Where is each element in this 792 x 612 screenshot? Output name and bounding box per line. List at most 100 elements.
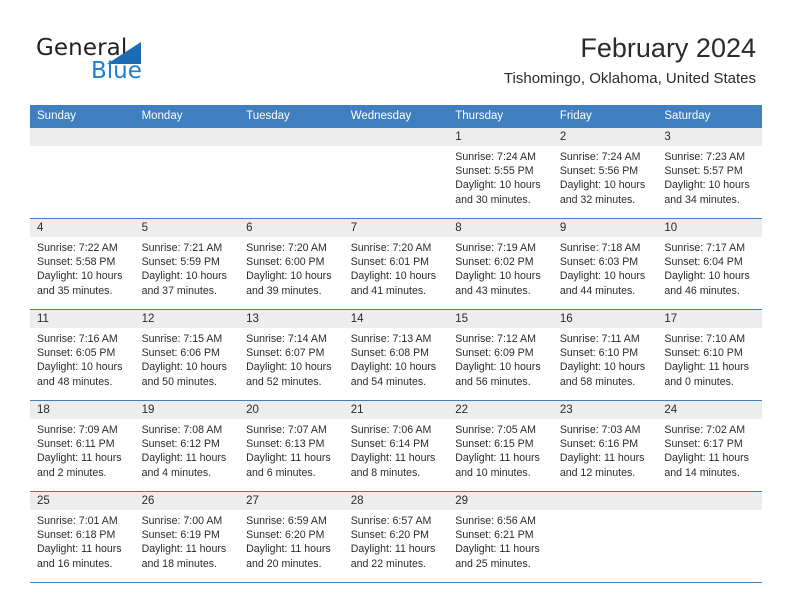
daylight-text-line2: and 44 minutes. (559, 284, 636, 297)
sunset-text: Sunset: 6:02 PM (455, 256, 534, 269)
calendar-day-cell[interactable]: 10 Sunrise: 7:17 AM Sunset: 6:04 PM Dayligh… (657, 218, 762, 310)
daylight-text-line1: Daylight: 11 hours (455, 452, 540, 465)
day-box: 27 Sunrise: 6:59 AM Sunset: 6:20 PM Dayligh… (239, 492, 344, 581)
daylight-text-line1: Daylight: 11 hours (141, 543, 227, 556)
day-number: 1 (455, 131, 462, 143)
calendar-week-row: 25 Sunrise: 7:01 AM Sunset: 6:18 PM Dayligh… (30, 491, 762, 583)
day-details: Sunrise: 7:20 AM Sunset: 6:01 PM Daylight:… (344, 237, 449, 298)
calendar-day-cell[interactable]: 13 Sunrise: 7:14 AM Sunset: 6:07 PM Dayligh… (239, 309, 344, 401)
day-box: 15 Sunrise: 7:12 AM Sunset: 6:09 PM Dayligh… (448, 310, 553, 399)
day-number-band: 15 (448, 310, 553, 328)
daylight-text-line1: Daylight: 10 hours (141, 270, 227, 283)
sunrise-text: Sunrise: 7:11 AM (559, 333, 640, 345)
calendar-day-cell[interactable]: 6 Sunrise: 7:20 AM Sunset: 6:00 PM Daylight… (239, 218, 344, 310)
calendar-week-row: 11 Sunrise: 7:16 AM Sunset: 6:05 PM Dayligh… (30, 309, 762, 401)
daylight-text-line1: Daylight: 11 hours (455, 543, 540, 556)
day-number: 15 (455, 313, 469, 325)
sunset-text: Sunset: 5:58 PM (37, 256, 116, 269)
daylight-text-line1: Daylight: 10 hours (559, 270, 646, 283)
calendar-day-cell[interactable]: 16 Sunrise: 7:11 AM Sunset: 6:10 PM Dayligh… (552, 309, 658, 401)
day-number-band: 13 (239, 310, 344, 328)
day-number-band: 8 (448, 219, 553, 237)
daylight-text-line2: and 41 minutes. (350, 284, 427, 297)
day-number-band: 19 (134, 401, 240, 419)
sunrise-text: Sunrise: 7:14 AM (246, 333, 327, 345)
day-box: 12 Sunrise: 7:15 AM Sunset: 6:06 PM Dayligh… (134, 310, 240, 399)
sunrise-text: Sunrise: 6:57 AM (350, 515, 432, 527)
weekday-header-sunday: Sunday (30, 105, 135, 128)
daylight-text-line2: and 37 minutes. (141, 284, 217, 297)
daylight-text-line2: and 10 minutes. (455, 466, 531, 479)
daylight-text-line2: and 0 minutes. (664, 375, 734, 388)
calendar-day-cell[interactable]: 14 Sunrise: 7:13 AM Sunset: 6:08 PM Dayligh… (343, 309, 449, 401)
calendar-day-cell[interactable]: 22 Sunrise: 7:05 AM Sunset: 6:15 PM Dayligh… (448, 400, 553, 492)
day-box: 11 Sunrise: 7:16 AM Sunset: 6:05 PM Dayligh… (30, 310, 135, 399)
calendar-day-cell[interactable]: 7 Sunrise: 7:20 AM Sunset: 6:01 PM Daylight… (343, 218, 449, 310)
day-details: Sunrise: 7:17 AM Sunset: 6:04 PM Daylight:… (657, 237, 762, 298)
daylight-text-line2: and 50 minutes. (141, 375, 217, 388)
sunrise-text: Sunrise: 7:15 AM (141, 333, 223, 345)
calendar-day-cell[interactable]: 8 Sunrise: 7:19 AM Sunset: 6:02 PM Daylight… (448, 218, 553, 310)
daylight-text-line1: Daylight: 10 hours (664, 270, 750, 283)
calendar-day-cell[interactable]: 9 Sunrise: 7:18 AM Sunset: 6:03 PM Daylight… (552, 218, 658, 310)
calendar-day-cell[interactable]: 20 Sunrise: 7:07 AM Sunset: 6:13 PM Dayligh… (239, 400, 344, 492)
daylight-text-line2: and 43 minutes. (455, 284, 531, 297)
day-number-band: 24 (657, 401, 762, 419)
calendar-day-cell[interactable]: 19 Sunrise: 7:08 AM Sunset: 6:12 PM Dayligh… (134, 400, 240, 492)
sunrise-text: Sunrise: 7:16 AM (37, 333, 118, 345)
calendar-day-cell[interactable]: 3 Sunrise: 7:23 AM Sunset: 5:57 PM Daylight… (657, 127, 762, 219)
calendar-day-cell[interactable]: 11 Sunrise: 7:16 AM Sunset: 6:05 PM Dayligh… (30, 309, 135, 401)
day-number: 3 (664, 131, 671, 143)
calendar-cell-empty (30, 127, 135, 219)
day-number-band (239, 128, 344, 146)
calendar-day-cell[interactable]: 24 Sunrise: 7:02 AM Sunset: 6:17 PM Dayligh… (657, 400, 762, 492)
sunset-text: Sunset: 6:13 PM (246, 438, 325, 451)
daylight-text-line2: and 18 minutes. (141, 557, 217, 570)
day-box (134, 128, 240, 217)
general-blue-logo[interactable]: General Blue (36, 36, 236, 88)
calendar-day-cell[interactable]: 28 Sunrise: 6:57 AM Sunset: 6:20 PM Dayligh… (343, 491, 449, 583)
calendar-grid: Sunday Monday Tuesday Wednesday Thursday… (30, 105, 762, 583)
day-details: Sunrise: 7:06 AM Sunset: 6:14 PM Daylight:… (344, 419, 449, 480)
day-box (657, 492, 762, 581)
daylight-text-line1: Daylight: 10 hours (455, 270, 541, 283)
day-details: Sunrise: 6:57 AM Sunset: 6:20 PM Daylight:… (344, 510, 449, 571)
day-number: 14 (350, 313, 364, 325)
day-number-band: 20 (239, 401, 344, 419)
sunset-text: Sunset: 5:57 PM (664, 165, 743, 178)
day-number-band: 27 (239, 492, 344, 510)
day-box: 25 Sunrise: 7:01 AM Sunset: 6:18 PM Dayligh… (30, 492, 135, 581)
calendar-day-cell[interactable]: 18 Sunrise: 7:09 AM Sunset: 6:11 PM Dayligh… (30, 400, 135, 492)
calendar-day-cell[interactable]: 5 Sunrise: 7:21 AM Sunset: 5:59 PM Daylight… (134, 218, 240, 310)
calendar-day-cell[interactable]: 25 Sunrise: 7:01 AM Sunset: 6:18 PM Dayligh… (30, 491, 135, 583)
day-number-band: 25 (30, 492, 135, 510)
title-block: February 2024 Tishomingo, Oklahoma, Unit… (504, 32, 756, 88)
sunrise-text: Sunrise: 7:21 AM (141, 242, 223, 254)
calendar-day-cell[interactable]: 23 Sunrise: 7:03 AM Sunset: 6:16 PM Dayligh… (552, 400, 658, 492)
day-details: Sunrise: 7:01 AM Sunset: 6:18 PM Daylight:… (30, 510, 135, 571)
sunset-text: Sunset: 6:06 PM (141, 347, 220, 360)
daylight-text-line1: Daylight: 10 hours (664, 179, 750, 192)
day-number: 24 (664, 404, 678, 416)
daylight-text-line2: and 34 minutes. (664, 193, 740, 206)
calendar-day-cell[interactable]: 27 Sunrise: 6:59 AM Sunset: 6:20 PM Dayligh… (239, 491, 344, 583)
calendar-day-cell[interactable]: 4 Sunrise: 7:22 AM Sunset: 5:58 PM Daylight… (30, 218, 135, 310)
daylight-text-line1: Daylight: 10 hours (246, 361, 332, 374)
calendar-day-cell[interactable]: 21 Sunrise: 7:06 AM Sunset: 6:14 PM Dayligh… (343, 400, 449, 492)
daylight-text-line1: Daylight: 10 hours (141, 361, 227, 374)
calendar-day-cell[interactable]: 17 Sunrise: 7:10 AM Sunset: 6:10 PM Dayligh… (657, 309, 762, 401)
day-box: 5 Sunrise: 7:21 AM Sunset: 5:59 PM Daylight… (134, 219, 240, 308)
sunrise-text: Sunrise: 7:06 AM (350, 424, 432, 436)
day-number-band: 18 (30, 401, 135, 419)
calendar-day-cell[interactable]: 2 Sunrise: 7:24 AM Sunset: 5:56 PM Daylight… (552, 127, 658, 219)
day-number (239, 128, 344, 131)
day-box (30, 128, 135, 217)
calendar-day-cell[interactable]: 12 Sunrise: 7:15 AM Sunset: 6:06 PM Dayligh… (134, 309, 240, 401)
calendar-day-cell[interactable]: 1 Sunrise: 7:24 AM Sunset: 5:55 PM Daylight… (448, 127, 553, 219)
calendar-day-cell[interactable]: 15 Sunrise: 7:12 AM Sunset: 6:09 PM Dayligh… (448, 309, 553, 401)
calendar-page: General Blue February 2024 Tishomingo, O… (0, 0, 792, 612)
daylight-text-line2: and 56 minutes. (455, 375, 531, 388)
sunset-text: Sunset: 6:01 PM (350, 256, 430, 269)
calendar-day-cell[interactable]: 29 Sunrise: 6:56 AM Sunset: 6:21 PM Dayligh… (448, 491, 553, 583)
calendar-day-cell[interactable]: 26 Sunrise: 7:00 AM Sunset: 6:19 PM Dayligh… (134, 491, 240, 583)
